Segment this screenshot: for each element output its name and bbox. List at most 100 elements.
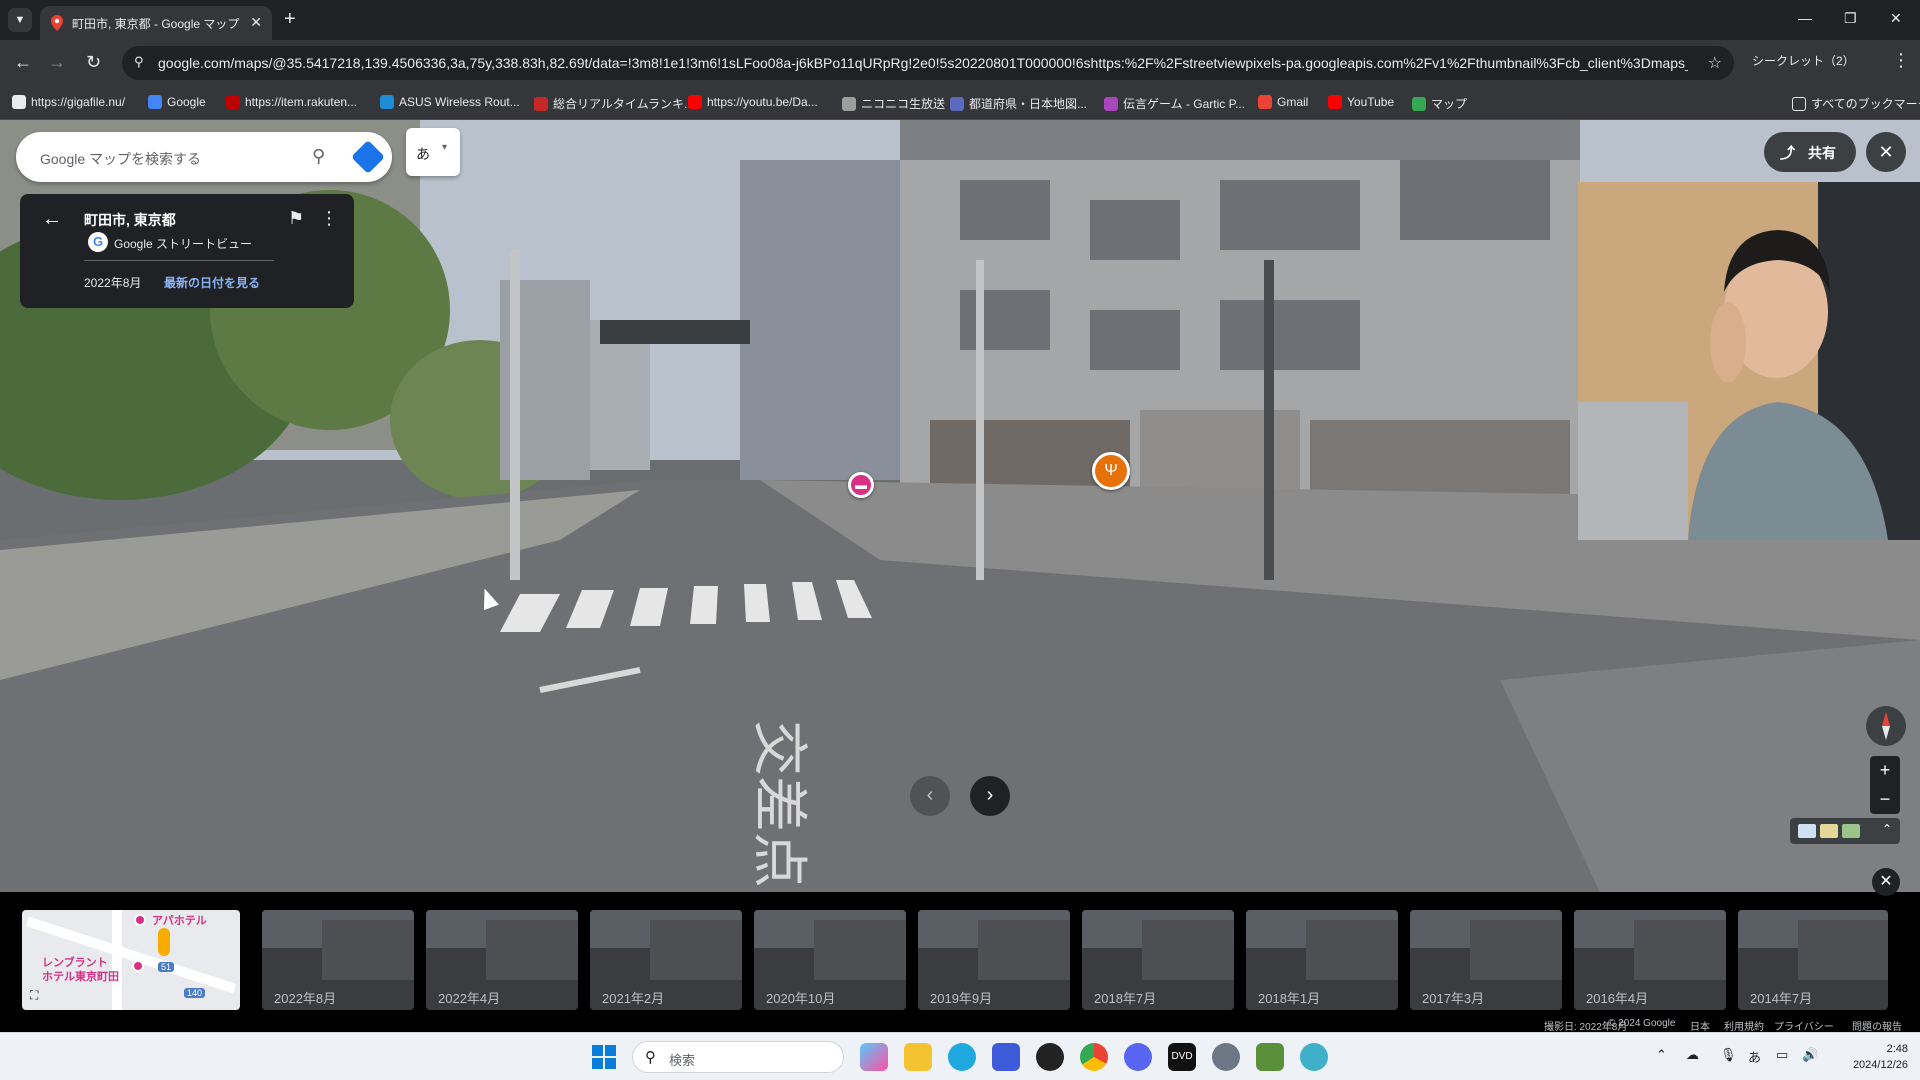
minimap[interactable]: アパホテル レンブラント ホテル東京町田 51 140 ⛶ [22, 910, 240, 1010]
bookmark-item[interactable]: YouTube [1328, 95, 1394, 109]
bookmark-item[interactable]: ニコニコ生放送 [842, 95, 945, 112]
site-info-icon[interactable]: ⚲ [134, 54, 144, 70]
timeline-thumbnail[interactable]: 2014年7月 [1738, 910, 1888, 1010]
timeline-thumbnail[interactable]: 2018年1月 [1246, 910, 1398, 1010]
bookmark-item[interactable]: Google [148, 95, 206, 109]
close-street-view-button[interactable]: ✕ [1866, 132, 1906, 172]
chrome-app-icon[interactable] [1080, 1043, 1108, 1071]
card-divider [84, 260, 274, 261]
place-title: 町田市, 東京都 [84, 212, 176, 228]
footer-privacy-link[interactable]: プライバシー [1774, 1018, 1834, 1033]
close-window-icon[interactable]: ✕ [1890, 10, 1902, 27]
see-latest-date-link[interactable]: 最新の日付を見る [164, 274, 260, 291]
settings-gear-icon[interactable] [1212, 1043, 1240, 1071]
chevron-up-icon: ⌃ [1882, 822, 1893, 836]
discord-app-icon[interactable] [1124, 1043, 1152, 1071]
tab-google-maps[interactable]: 町田市, 東京都 - Google マップ ✕ [40, 6, 272, 40]
browser-menu-icon[interactable]: ⋮ [1892, 50, 1910, 71]
hotel-poi-icon[interactable]: ▬ [848, 472, 874, 498]
timeline-thumbnail[interactable]: 2020年10月 [754, 910, 906, 1010]
bookmark-item[interactable]: Gmail [1258, 95, 1308, 109]
taskbar-search[interactable]: ⚲ 検索 [632, 1041, 844, 1073]
volume-icon[interactable]: 🔊 [1802, 1047, 1818, 1063]
system-clock[interactable]: 2:48 2024/12/26 [1836, 1041, 1908, 1073]
copilot-app-icon[interactable] [860, 1043, 888, 1071]
pegman-icon [158, 928, 170, 956]
start-button-icon[interactable] [592, 1045, 616, 1069]
layers-toggle[interactable]: ⌃ [1790, 818, 1900, 844]
minimize-icon[interactable]: — [1798, 10, 1812, 26]
microphone-icon[interactable]: 🎙 [1720, 1047, 1737, 1063]
bookmark-item[interactable]: マップ [1412, 95, 1467, 112]
ime-icon[interactable]: あ [1748, 1047, 1761, 1066]
bookmark-item[interactable]: 伝言ゲーム - Gartic P... [1104, 95, 1245, 112]
address-bar[interactable]: ⚲ google.com/maps/@35.5417218,139.450633… [122, 46, 1734, 80]
reload-icon[interactable]: ↻ [86, 52, 101, 73]
bookmark-item[interactable]: 都道府県・日本地図... [950, 95, 1087, 112]
minimap-road [112, 910, 122, 1010]
bookmark-item[interactable]: https://youtu.be/Da... [688, 95, 818, 109]
restaurant-poi-icon[interactable]: Ψ [1092, 452, 1130, 490]
chevron-down-icon: ▾ [442, 142, 448, 153]
directions-icon[interactable] [351, 140, 385, 174]
next-arrow-icon[interactable]: › [970, 776, 1010, 816]
minecraft-app-icon[interactable] [1256, 1043, 1284, 1071]
chevron-up-icon[interactable]: ⌃ [1656, 1047, 1667, 1063]
ime-label: あ [416, 146, 430, 162]
taskbar-search-input[interactable]: 検索 [669, 1050, 695, 1069]
previous-arrow-icon[interactable]: ‹ [910, 776, 950, 816]
file-explorer-icon[interactable] [904, 1043, 932, 1071]
timeline-thumbnail[interactable]: 2018年7月 [1082, 910, 1234, 1010]
microsoft-store-icon[interactable] [992, 1043, 1020, 1071]
footer-report-link[interactable]: 問題の報告 [1852, 1018, 1902, 1033]
maps-pin-icon [51, 15, 63, 31]
footer-terms-link[interactable]: 利用規約 [1724, 1018, 1764, 1033]
timeline-thumbnail[interactable]: 2016年4月 [1574, 910, 1726, 1010]
forward-icon[interactable]: → [48, 52, 66, 73]
footer-country[interactable]: 日本 [1690, 1018, 1710, 1033]
dvd-app-icon[interactable]: DVD [1168, 1043, 1196, 1071]
search-icon[interactable]: ⚲ [312, 146, 325, 167]
close-timeline-icon[interactable]: ✕ [1872, 868, 1900, 896]
compass-icon[interactable] [1866, 706, 1906, 746]
search-input[interactable]: Google マップを検索する [40, 149, 201, 169]
maps-search-box[interactable]: Google マップを検索する ⚲ [16, 132, 392, 182]
more-options-icon[interactable]: ⋮ [320, 208, 338, 229]
timeline-thumbnail[interactable]: 2021年2月 [590, 910, 742, 1010]
minimap-hotel-label: ホテル東京町田 [42, 971, 119, 983]
onedrive-icon[interactable]: ☁ [1686, 1047, 1699, 1063]
back-arrow-icon[interactable]: ← [42, 208, 62, 231]
url-text[interactable]: google.com/maps/@35.5417218,139.4506336,… [158, 55, 1688, 71]
zoom-in-icon[interactable]: + [1870, 756, 1900, 785]
bookmark-item[interactable]: https://item.rakuten... [226, 95, 357, 109]
restore-icon[interactable]: ❐ [1844, 10, 1857, 27]
timeline-thumbnail[interactable]: 2017年3月 [1410, 910, 1562, 1010]
expand-map-icon[interactable]: ⛶ [30, 988, 38, 1003]
incognito-badge[interactable]: シークレット（2） [1752, 52, 1855, 69]
new-tab-icon[interactable]: + [284, 8, 296, 31]
person-video-image [1578, 182, 1920, 540]
zoom-out-icon[interactable]: − [1870, 785, 1900, 814]
route-badge: 51 [158, 962, 175, 972]
bookmark-favicon-icon [688, 95, 702, 109]
network-icon[interactable]: ▭ [1776, 1047, 1788, 1063]
timeline-thumbnail[interactable]: 2019年9月 [918, 910, 1070, 1010]
tab-list-button[interactable]: ▼ [8, 8, 32, 32]
bookmark-item[interactable]: 総合リアルタイムランキ... [534, 95, 694, 112]
location-pin-icon[interactable]: ⚑ [288, 208, 304, 229]
street-view-panorama[interactable]: 交差点 Google マップを検索する ⚲ あ ▾ ← 町田市, 東京都 G G… [0, 120, 1920, 892]
share-button[interactable]: ⤴ 共有 [1764, 132, 1856, 172]
back-icon[interactable]: ← [14, 52, 32, 73]
all-bookmarks-folder[interactable]: すべてのブックマーク [1792, 95, 1920, 112]
timeline-thumbnail[interactable]: 2022年8月 [262, 910, 414, 1010]
bookmark-item[interactable]: https://gigafile.nu/ [12, 95, 125, 109]
edge-browser-icon[interactable] [948, 1043, 976, 1071]
bookmark-favicon-icon [842, 97, 856, 111]
input-method-selector[interactable]: あ ▾ [406, 128, 460, 176]
close-tab-icon[interactable]: ✕ [250, 14, 262, 31]
globe-app-icon[interactable] [1300, 1043, 1328, 1071]
bookmark-star-icon[interactable]: ☆ [1708, 53, 1722, 73]
bookmark-item[interactable]: ASUS Wireless Rout... [380, 95, 520, 109]
timeline-thumbnail[interactable]: 2022年4月 [426, 910, 578, 1010]
obs-app-icon[interactable] [1036, 1043, 1064, 1071]
